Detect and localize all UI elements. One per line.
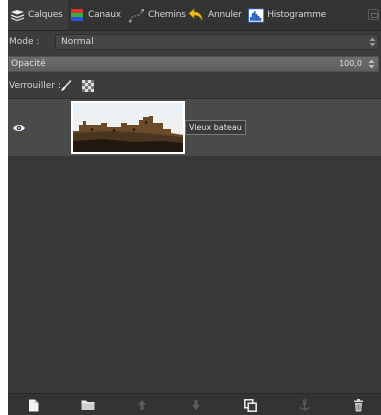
- spin-arrows-icon[interactable]: [367, 58, 376, 70]
- tab-label: Chemins: [148, 10, 186, 20]
- anchor-layer-button[interactable]: [297, 398, 311, 412]
- tab-label: Annuler: [208, 10, 242, 20]
- mode-value: Normal: [61, 37, 94, 47]
- layer-row[interactable]: Vieux bateau: [8, 99, 381, 156]
- dock-menu-button[interactable]: [368, 9, 379, 20]
- tab-layers[interactable]: Calques: [8, 0, 68, 30]
- raise-layer-icon: [138, 400, 146, 410]
- combo-arrows-icon: [369, 37, 376, 47]
- paths-icon: [129, 8, 144, 22]
- castle-photo-thumbnail: [73, 103, 183, 152]
- opacity-value: 100,0: [339, 59, 362, 68]
- tab-label: Calques: [28, 10, 63, 20]
- layer-thumbnail[interactable]: [71, 101, 185, 154]
- tab-label: Canaux: [88, 10, 121, 20]
- mode-combobox[interactable]: Normal: [55, 34, 379, 50]
- new-layer-icon: [28, 399, 38, 411]
- delete-layer-icon: [353, 398, 363, 411]
- lock-pixels-button[interactable]: [59, 79, 73, 93]
- alpha-lock-icon: [82, 80, 94, 92]
- duplicate-layer-icon: [243, 398, 257, 412]
- layers-icon: [10, 9, 25, 21]
- mode-row: Mode : Normal: [8, 31, 381, 54]
- histogram-icon: [248, 7, 265, 23]
- lock-row: Verrouiller :: [8, 75, 381, 97]
- tab-undo[interactable]: Annuler: [188, 0, 246, 30]
- dock-tab-bar: Calques Canaux Chemins Annuler Histogram…: [8, 0, 381, 31]
- lower-layer-button[interactable]: [189, 398, 203, 412]
- lower-layer-icon: [192, 400, 200, 410]
- layer-list[interactable]: Vieux bateau: [8, 98, 381, 394]
- tab-channels[interactable]: Canaux: [70, 0, 128, 30]
- tab-histogram[interactable]: Histogramme: [248, 0, 326, 30]
- layer-name-label[interactable]: Vieux bateau: [185, 120, 246, 135]
- lock-alpha-button[interactable]: [81, 79, 95, 93]
- eye-icon[interactable]: [12, 123, 26, 133]
- paint-lock-icon: [61, 80, 72, 91]
- duplicate-layer-button[interactable]: [243, 398, 257, 412]
- lock-label: Verrouiller :: [9, 81, 61, 91]
- undo-icon: [188, 7, 203, 20]
- opacity-label: Opacité: [11, 59, 46, 69]
- tab-paths[interactable]: Chemins: [128, 0, 186, 30]
- new-group-icon: [81, 400, 95, 410]
- raise-layer-button[interactable]: [135, 398, 149, 412]
- delete-layer-button[interactable]: [351, 398, 365, 412]
- layers-dock-panel: Calques Canaux Chemins Annuler Histogram…: [8, 0, 381, 415]
- opacity-slider[interactable]: Opacité 100,0: [8, 56, 379, 72]
- new-layer-group-button[interactable]: [81, 398, 95, 412]
- mode-label: Mode :: [9, 37, 40, 47]
- new-layer-button[interactable]: [26, 398, 40, 412]
- tab-label: Histogramme: [267, 10, 326, 20]
- channels-icon: [71, 8, 83, 21]
- opacity-row: Opacité 100,0: [8, 54, 381, 75]
- layer-actions-toolbar: [8, 393, 381, 415]
- anchor-layer-icon: [298, 398, 310, 411]
